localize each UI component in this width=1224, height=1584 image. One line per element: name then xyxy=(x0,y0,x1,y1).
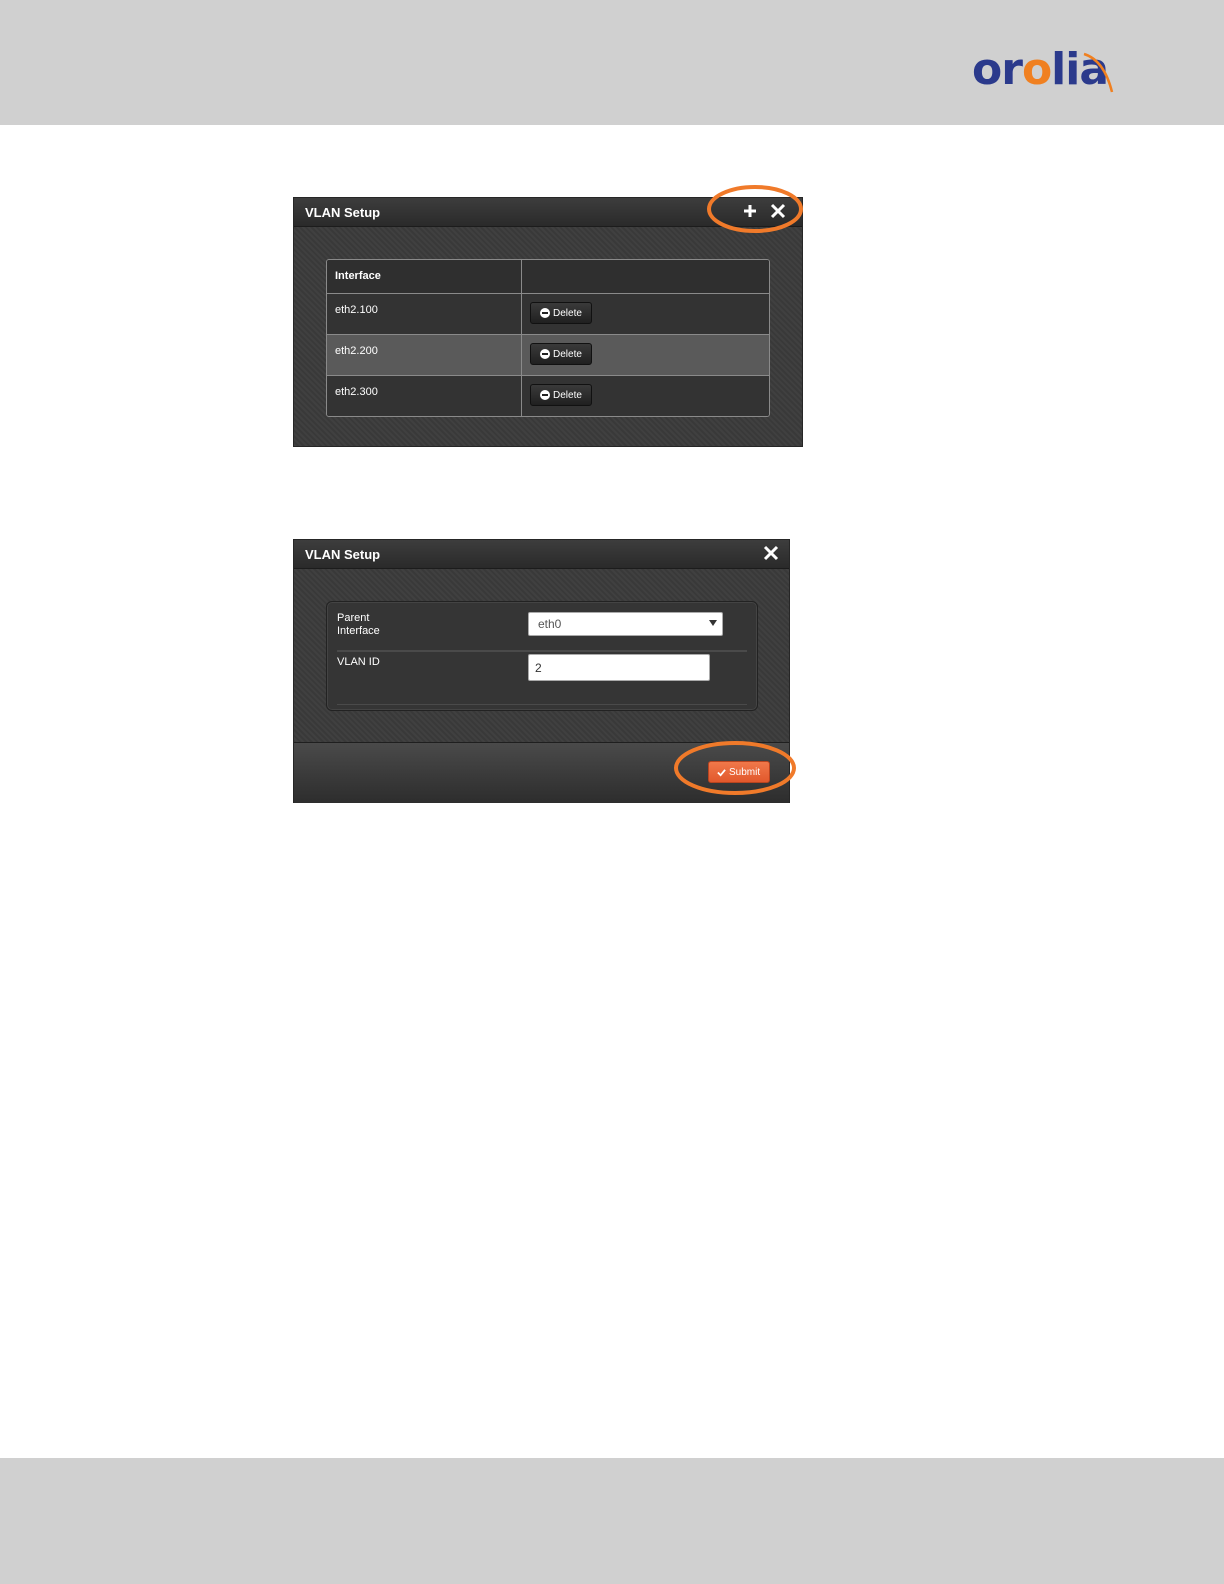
column-header-interface: Interface xyxy=(327,260,522,293)
interface-cell: eth2.100 xyxy=(327,294,522,334)
table-row: eth2.300 Delete xyxy=(327,375,769,416)
close-icon[interactable] xyxy=(761,543,781,563)
minus-circle-icon xyxy=(540,349,550,359)
parent-interface-row: Parent Interface eth0 xyxy=(337,602,747,652)
column-header-actions xyxy=(522,260,769,293)
dialog-footer: Submit xyxy=(294,742,789,803)
dialog-title: VLAN Setup xyxy=(305,205,381,220)
vlan-table: Interface eth2.100 Delete eth2.200 Delet… xyxy=(326,259,770,417)
delete-label: Delete xyxy=(553,389,582,401)
parent-interface-select[interactable]: eth0 xyxy=(528,612,723,636)
submit-button[interactable]: Submit xyxy=(708,761,770,783)
table-header-row: Interface xyxy=(327,260,769,293)
page-header: orolia xyxy=(0,0,1224,125)
parent-interface-label: Parent Interface xyxy=(337,612,380,637)
close-icon[interactable] xyxy=(768,201,788,221)
delete-label: Delete xyxy=(553,307,582,319)
delete-label: Delete xyxy=(553,348,582,360)
delete-button[interactable]: Delete xyxy=(530,343,592,365)
vlan-setup-form-dialog: VLAN Setup Parent Interface eth0 VLAN ID… xyxy=(294,540,789,803)
minus-circle-icon xyxy=(540,390,550,400)
check-icon xyxy=(717,768,726,777)
table-row: eth2.100 Delete xyxy=(327,293,769,334)
dialog-title: VLAN Setup xyxy=(305,547,381,562)
submit-label: Submit xyxy=(729,766,761,778)
logo-swoosh-icon xyxy=(1083,52,1114,93)
plus-icon[interactable] xyxy=(740,201,760,221)
chevron-down-icon xyxy=(709,620,717,626)
orolia-logo: orolia xyxy=(972,40,1122,100)
parent-interface-value: eth0 xyxy=(538,617,562,631)
vlan-setup-list-dialog: VLAN Setup Interface eth2.100 Delete eth… xyxy=(294,198,802,446)
delete-button[interactable]: Delete xyxy=(530,302,592,324)
table-row: eth2.200 Delete xyxy=(327,334,769,375)
page-footer xyxy=(0,1458,1224,1584)
minus-circle-icon xyxy=(540,308,550,318)
dialog-titlebar: VLAN Setup xyxy=(294,198,802,227)
dialog-titlebar: VLAN Setup xyxy=(294,540,789,569)
vlan-form: Parent Interface eth0 VLAN ID 2 xyxy=(326,601,758,711)
vlan-id-row: VLAN ID 2 xyxy=(337,652,747,705)
interface-cell: eth2.200 xyxy=(327,335,522,375)
vlan-id-input[interactable]: 2 xyxy=(528,654,710,681)
vlan-id-label: VLAN ID xyxy=(337,656,380,668)
delete-button[interactable]: Delete xyxy=(530,384,592,406)
interface-cell: eth2.300 xyxy=(327,376,522,416)
